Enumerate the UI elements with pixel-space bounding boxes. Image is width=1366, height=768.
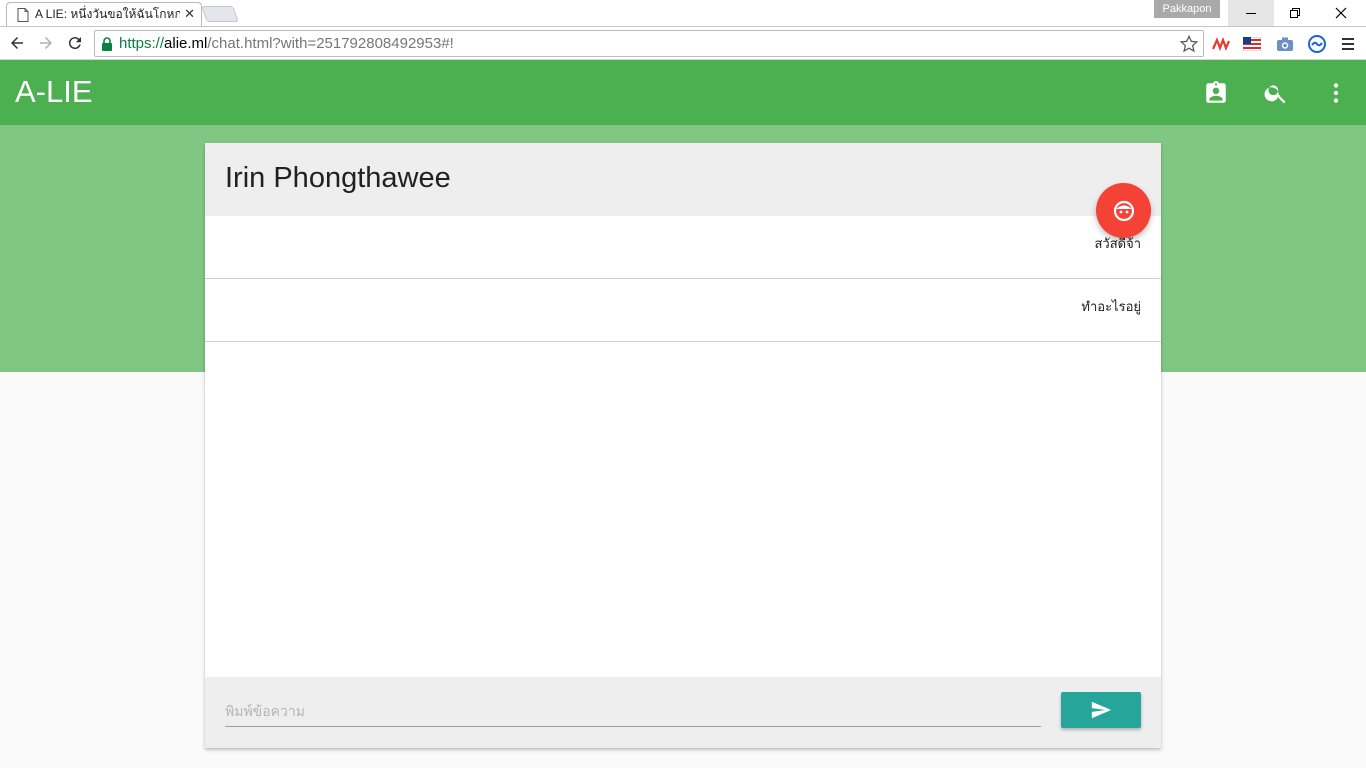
hamburger-menu-icon [1342,38,1354,50]
contacts-button[interactable] [1203,80,1229,106]
minimize-icon [1246,13,1256,14]
browser-toolbar: https://alie.ml/chat.html?with=251792808… [0,26,1366,60]
url-path: /chat.html?with=251792808492953#! [207,35,454,52]
sync-circle-icon [1308,35,1326,53]
message-item: ทำอะไรอยู่ [205,279,1161,342]
send-icon [1091,701,1112,719]
reload-icon [68,37,81,50]
restore-icon [1290,8,1300,18]
face-icon [1113,200,1134,221]
message-text: ทำอะไรอยู่ [1081,300,1141,315]
send-button[interactable] [1061,692,1141,728]
forward-arrow-icon [40,37,52,49]
minimize-button[interactable] [1228,0,1274,26]
app-bar: A-LIE [0,60,1366,125]
message-input[interactable] [225,697,1041,727]
camera-extension[interactable] [1275,34,1295,54]
browser-titlebar: A LIE: หนึ่งวันขอให้ฉันโกหกเธอ ✕ Pakkapo… [0,0,1366,26]
star-icon[interactable] [1179,34,1199,54]
tab-title: A LIE: หนึ่งวันขอให้ฉันโกหกเธอ [35,7,181,21]
reload-button[interactable] [63,31,87,55]
flag-icon [1243,37,1261,51]
chat-card: Irin Phongthawee สวัสดีจ้า ทำอะไรอยู่ [205,143,1161,748]
chat-header: Irin Phongthawee [205,143,1161,216]
sync-extension[interactable] [1307,34,1327,54]
extension-icon[interactable] [1211,34,1231,54]
message-item: สวัสดีจ้า [205,216,1161,279]
app-title: A-LIE [15,74,93,109]
search-button[interactable] [1263,80,1289,106]
contact-name: Irin Phongthawee [225,162,451,194]
address-bar[interactable]: https://alie.ml/chat.html?with=251792808… [94,30,1204,57]
browser-menu-button[interactable] [1338,34,1358,54]
restore-button[interactable] [1272,0,1318,26]
forward-button[interactable] [34,31,58,55]
browser-tab[interactable]: A LIE: หนึ่งวันขอให้ฉันโกหกเธอ ✕ [6,2,202,26]
search-icon [1264,85,1286,104]
close-icon [1335,7,1347,19]
overflow-menu-button[interactable] [1323,80,1349,106]
close-icon[interactable]: ✕ [184,7,195,22]
back-arrow-icon [11,37,23,49]
profile-badge[interactable]: Pakkapon [1154,0,1220,18]
page-icon [17,7,29,22]
lock-icon [102,36,112,51]
url-host: alie.ml [164,35,208,52]
window-close-button[interactable] [1318,0,1364,26]
flag-extension[interactable] [1242,34,1262,54]
compose-bar [205,677,1161,748]
face-fab-button[interactable] [1096,183,1151,238]
camera-icon [1277,37,1293,51]
url-scheme: https:// [119,35,165,52]
zigzag-extension-icon [1212,37,1230,51]
contact-card-icon [1206,81,1226,103]
new-tab-button[interactable] [201,6,239,22]
more-vert-icon [1333,83,1339,103]
back-button[interactable] [5,31,29,55]
